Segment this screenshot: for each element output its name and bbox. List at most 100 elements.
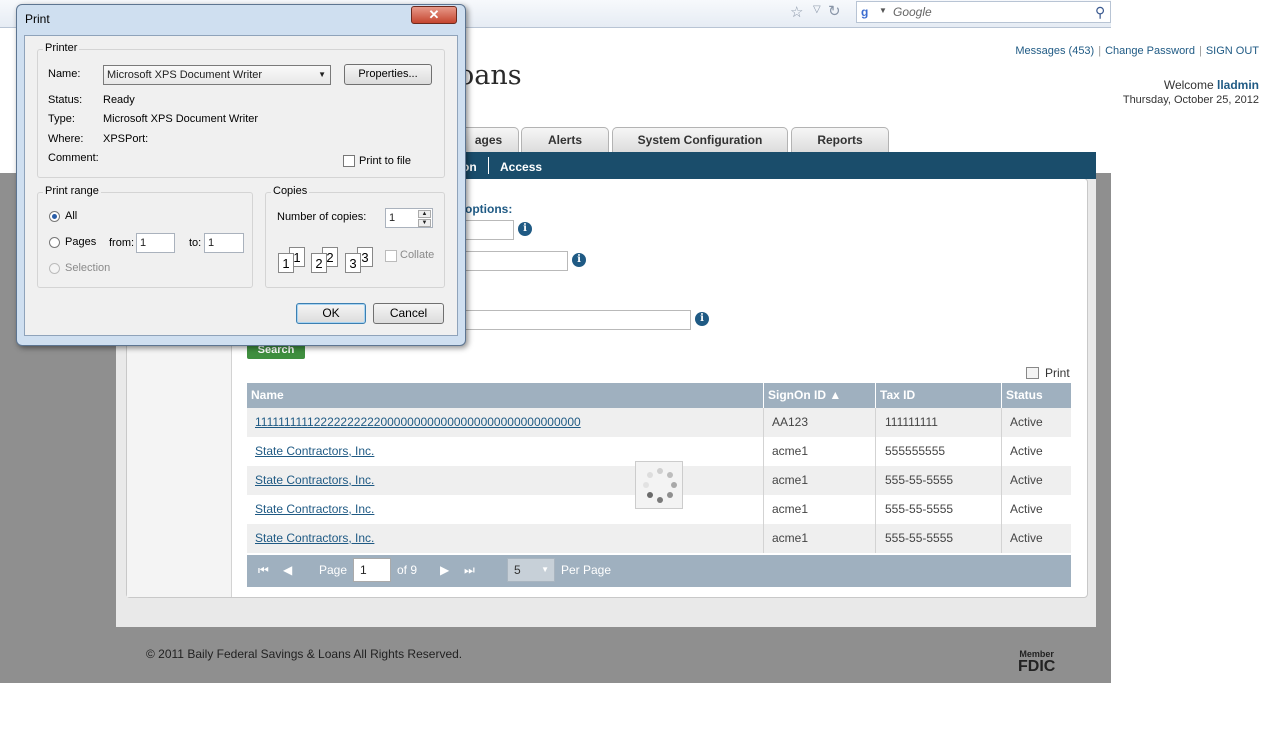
status-cell: Active — [1010, 415, 1043, 429]
printer-group-label: Printer — [43, 42, 80, 54]
info-icon[interactable]: i — [518, 222, 532, 236]
range-pages-radio[interactable] — [49, 237, 60, 248]
num-copies-label: Number of copies: — [277, 211, 367, 223]
collate-checkbox[interactable] — [385, 250, 397, 262]
first-page-icon[interactable]: ⏮ — [258, 563, 269, 578]
search-field-1[interactable] — [464, 220, 514, 240]
search-field-3[interactable] — [464, 310, 691, 330]
status-cell: Active — [1010, 531, 1043, 545]
collate-page-icon: 1 — [278, 253, 294, 273]
google-icon: g — [861, 5, 869, 19]
status-value: Ready — [103, 94, 135, 106]
spin-up-icon[interactable]: ▲ — [418, 210, 431, 218]
column-header-name[interactable]: Name — [247, 383, 764, 408]
table-row: 1111111111222222222200000000000000000000… — [247, 408, 1071, 437]
printer-name-select[interactable]: Microsoft XPS Document Writer ▼ — [103, 65, 331, 85]
comment-label: Comment: — [48, 152, 99, 164]
properties-button[interactable]: Properties... — [344, 64, 432, 85]
print-to-file-checkbox[interactable] — [343, 155, 355, 167]
name-cell: State Contractors, Inc. — [255, 466, 764, 495]
subnav-divider — [488, 157, 489, 174]
per-page-label: Per Page — [561, 563, 612, 577]
address-bar[interactable]: ☆ ▽ ↻ — [420, 2, 850, 24]
taxid-cell: 555-55-5555 — [876, 524, 1002, 553]
signon-cell: acme1 — [764, 495, 876, 524]
close-icon[interactable]: ✕ — [411, 6, 457, 24]
next-page-icon[interactable]: ▶ — [440, 563, 449, 577]
last-page-icon[interactable]: ⏭ — [464, 563, 475, 578]
chevron-down-icon: ▼ — [318, 70, 326, 79]
messages-link[interactable]: Messages (453) — [1015, 45, 1094, 57]
search-input[interactable]: Google — [893, 5, 932, 19]
to-label: to: — [189, 237, 202, 249]
type-value: Microsoft XPS Document Writer — [103, 113, 259, 125]
tab-system-configuration[interactable]: System Configuration — [612, 127, 788, 152]
name-link[interactable]: State Contractors, Inc. — [255, 502, 374, 516]
print-link[interactable]: Print — [1026, 366, 1070, 380]
range-selection-radio[interactable] — [49, 263, 60, 274]
star-icon[interactable]: ☆ — [790, 3, 803, 21]
taxid-cell: 555555555 — [876, 437, 1002, 466]
ok-button[interactable]: OK — [296, 303, 366, 324]
page-count: of 9 — [397, 563, 418, 577]
spin-down-icon[interactable]: ▼ — [418, 219, 431, 227]
from-page-input[interactable]: 1 — [136, 233, 175, 253]
copies-group-label: Copies — [271, 185, 310, 197]
subnav-access[interactable]: Access — [500, 160, 542, 174]
loading-spinner-icon — [635, 461, 683, 509]
page-number-input[interactable]: 1 — [353, 558, 391, 582]
welcome-label: Welcome — [1163, 78, 1214, 92]
dialog-title: Print — [25, 12, 50, 26]
range-all-label: All — [65, 210, 78, 222]
taxid-cell: 111111111 — [876, 408, 1002, 437]
print-label: Print — [1045, 366, 1070, 380]
tab-alerts[interactable]: Alerts — [521, 127, 609, 152]
column-header-tax-id[interactable]: Tax ID — [876, 383, 1002, 408]
page-label: Page — [319, 563, 348, 577]
site-title: oans — [458, 60, 522, 91]
fdic-text: FDIC — [1018, 658, 1056, 675]
num-copies-input[interactable]: 1 ▲ ▼ — [385, 208, 433, 228]
dropdown-icon[interactable]: ▽ — [813, 4, 821, 15]
column-header-signon-id[interactable]: SignOn ID ▲ — [764, 383, 876, 408]
top-links: Messages (453) | Change Password | SIGN OUT — [1015, 45, 1259, 57]
refresh-icon[interactable]: ↻ — [828, 2, 841, 20]
print-to-file-label: Print to file — [359, 155, 411, 167]
name-link[interactable]: State Contractors, Inc. — [255, 444, 374, 458]
search-field-2[interactable] — [464, 251, 568, 271]
signon-cell: acme1 — [764, 437, 876, 466]
column-header-status[interactable]: Status — [1002, 383, 1071, 408]
name-link[interactable]: 1111111111222222222200000000000000000000… — [255, 415, 581, 429]
fdic-logo: Member FDIC — [1018, 649, 1055, 675]
name-link[interactable]: State Contractors, Inc. — [255, 531, 374, 545]
name-cell: 1111111111222222222200000000000000000000… — [255, 408, 764, 437]
search-options-title: options: — [465, 202, 513, 216]
range-selection-label: Selection — [65, 262, 111, 274]
range-all-radio[interactable] — [49, 211, 60, 222]
taxid-cell: 555-55-5555 — [876, 466, 1002, 495]
browser-search[interactable]: g ▼ Google ⚲ — [856, 1, 1111, 23]
tab-reports[interactable]: Reports — [791, 127, 889, 152]
change-password-link[interactable]: Change Password — [1105, 45, 1195, 57]
where-value: XPSPort: — [103, 133, 149, 145]
chevron-down-icon[interactable]: ▼ — [879, 6, 887, 15]
per-page-select[interactable]: 5 ▼ — [507, 558, 555, 582]
footer-copyright: © 2011 Baily Federal Savings & Loans All… — [146, 647, 463, 661]
range-pages-label: Pages — [65, 236, 97, 248]
search-icon[interactable]: ⚲ — [1095, 4, 1105, 21]
cancel-button[interactable]: Cancel — [373, 303, 444, 324]
num-copies-value: 1 — [389, 212, 396, 224]
name-label: Name: — [48, 68, 81, 80]
chevron-down-icon: ▼ — [541, 565, 549, 574]
prev-page-icon[interactable]: ◀ — [283, 563, 292, 577]
sign-out-link[interactable]: SIGN OUT — [1206, 45, 1259, 57]
signon-cell: AA123 — [764, 408, 876, 437]
name-link[interactable]: State Contractors, Inc. — [255, 473, 374, 487]
status-cell: Active — [1010, 444, 1043, 458]
info-icon[interactable]: i — [695, 312, 709, 326]
username[interactable]: lladmin — [1217, 78, 1259, 92]
status-cell: Active — [1010, 473, 1043, 487]
name-cell: State Contractors, Inc. — [255, 437, 764, 466]
to-page-input[interactable]: 1 — [204, 233, 244, 253]
info-icon[interactable]: i — [572, 253, 586, 267]
